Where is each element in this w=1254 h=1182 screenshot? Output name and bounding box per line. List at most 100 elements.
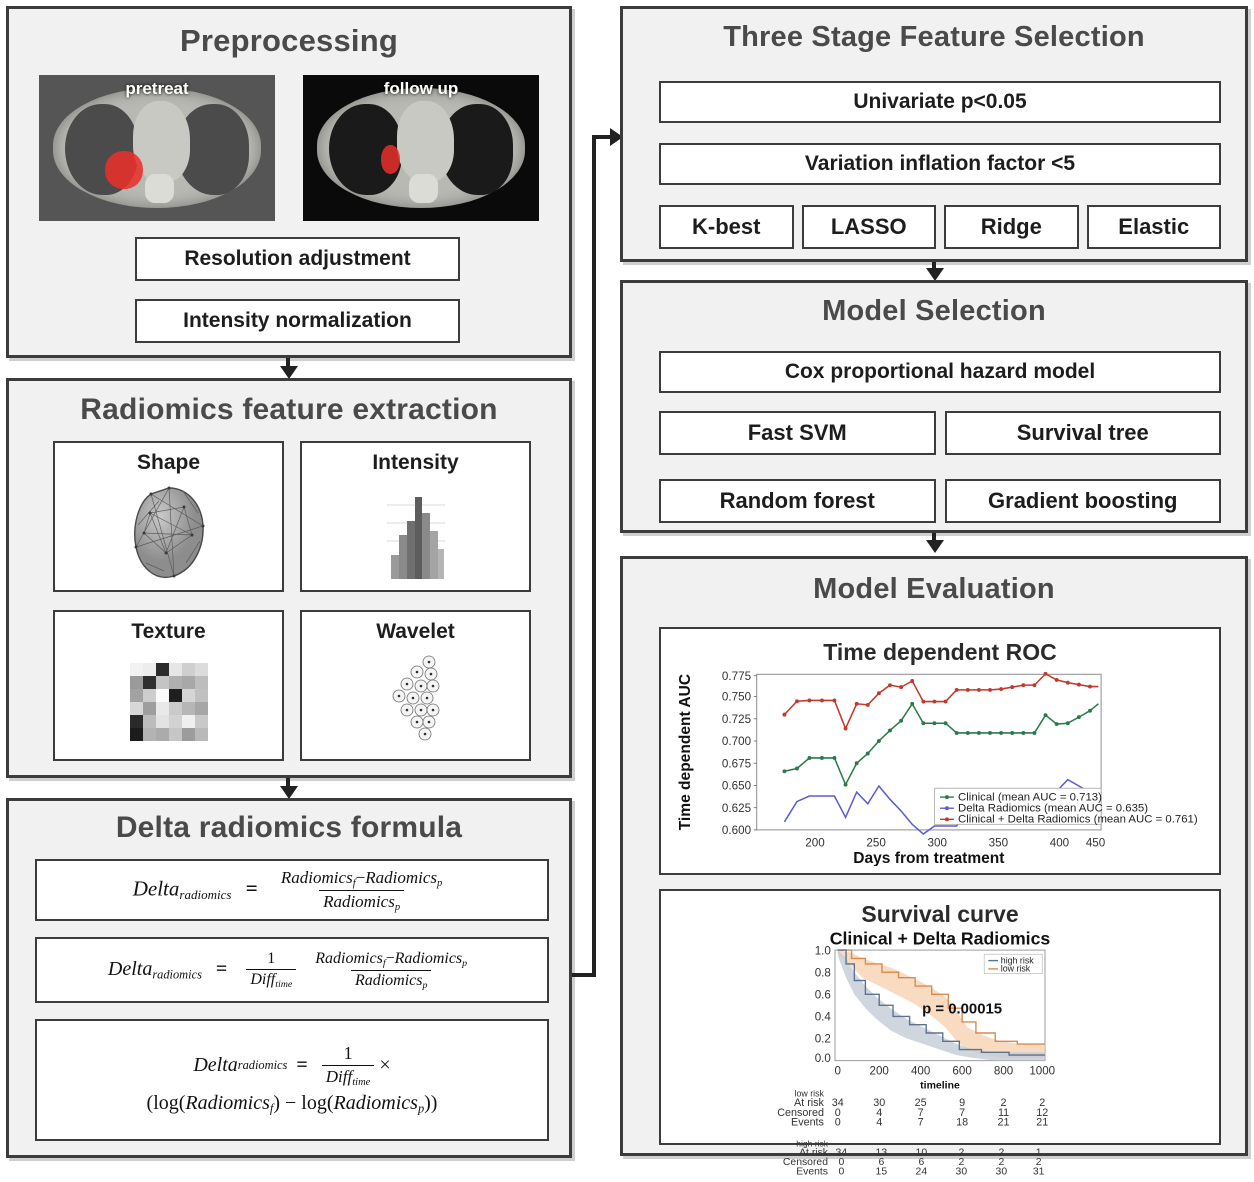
svg-text:4: 4 xyxy=(876,1117,882,1129)
spine xyxy=(409,174,438,204)
risk-table: low risk At risk Censored Events 34 30 25 … xyxy=(777,1089,1048,1129)
formula3-rp: Radiomics xyxy=(333,1092,418,1115)
formula1-den-r: Radiomics xyxy=(323,891,395,911)
svg-text:21: 21 xyxy=(1036,1117,1048,1129)
formula3-f: f xyxy=(269,1101,274,1116)
formula3-p: p xyxy=(417,1101,425,1116)
survival-pvalue: p = 0.00015 xyxy=(922,1001,1002,1018)
svg-text:0.700: 0.700 xyxy=(722,735,752,748)
ct-followup-label: follow up xyxy=(383,79,459,98)
feature-intensity-label: Intensity xyxy=(372,451,459,474)
preprocessing-panel: Preprocessing pretreat follow up Resolut… xyxy=(6,6,572,358)
svg-text:800: 800 xyxy=(994,1064,1013,1077)
resolution-adjustment-box: Resolution adjustment xyxy=(135,237,460,281)
svg-text:200: 200 xyxy=(870,1064,889,1077)
feature-wavelet: Wavelet xyxy=(300,610,531,761)
svg-text:400: 400 xyxy=(911,1064,930,1077)
formula1-lhs-sub: radiomics xyxy=(179,886,232,902)
svg-text:400: 400 xyxy=(1050,837,1070,850)
svg-text:600: 600 xyxy=(952,1064,971,1077)
stage-three-row: K-best LASSO Ridge Elastic xyxy=(659,205,1221,249)
svg-text:31: 31 xyxy=(1033,1166,1045,1177)
svg-text:0.625: 0.625 xyxy=(722,802,751,815)
formula3-diff: Diff xyxy=(325,1067,353,1087)
model-evaluation-title: Model Evaluation xyxy=(813,573,1055,605)
ct-pretreat: pretreat xyxy=(39,75,275,221)
formula1-lhs: Delta xyxy=(132,875,180,900)
svg-text:0: 0 xyxy=(835,1064,841,1077)
formula3-coef-num: 1 xyxy=(343,1043,353,1064)
survival-curve-chart: Clinical + Delta Radiomics 1.0 0.8 0.6 0.4… xyxy=(777,929,1055,1129)
svg-text:250: 250 xyxy=(866,837,886,850)
svg-text:30: 30 xyxy=(956,1166,968,1177)
wavelet-tree-icon xyxy=(302,644,529,759)
formula1-num-p: p xyxy=(437,877,443,889)
svg-text:7: 7 xyxy=(918,1117,924,1129)
flowchart-canvas: Preprocessing pretreat follow up Resolut… xyxy=(0,0,1254,1177)
svg-text:0.6: 0.6 xyxy=(815,988,831,1001)
gradient-boosting-box: Gradient boosting xyxy=(944,479,1221,523)
formula2-num-rf: Radiomics xyxy=(315,949,383,967)
delta-formula-1: Deltaradiomics = Radiomicsf−Radiomicsp R… xyxy=(35,859,549,921)
feature-grid: Shape Intensity Texture Wavelet xyxy=(53,441,531,761)
svg-text:0.725: 0.725 xyxy=(722,713,751,726)
random-forest-box: Random forest xyxy=(659,479,936,523)
feature-wavelet-label: Wavelet xyxy=(376,620,455,643)
model-row-2: Random forest Gradient boosting xyxy=(659,479,1221,523)
svg-text:low risk: low risk xyxy=(1001,964,1031,974)
svg-text:450: 450 xyxy=(1086,837,1106,850)
svg-text:0.750: 0.750 xyxy=(722,691,752,704)
svg-text:30: 30 xyxy=(996,1166,1008,1177)
formula1-fraction: Radiomicsf−Radiomicsp Radiomicsp xyxy=(277,868,446,913)
svg-text:300: 300 xyxy=(927,837,947,850)
formula2-den-p: p xyxy=(422,979,428,991)
roc-legend: Clinical (mean AUC = 0.713) Delta Radiom… xyxy=(934,787,1198,826)
roc-xlabel: Days from treatment xyxy=(853,850,1004,866)
formula1-equals: = xyxy=(245,875,258,900)
formula2-lhs-sub: radiomics xyxy=(152,967,202,982)
formula1-num-rp: Radiomics xyxy=(365,867,438,887)
svg-text:200: 200 xyxy=(805,837,825,850)
svg-text:Events: Events xyxy=(791,1117,824,1129)
delta-formula-3: Delta radiomics = 1 Difftime × (log(Radio… xyxy=(35,1019,549,1141)
delta-formula-panel: Delta radiomics formula Deltaradiomics =… xyxy=(6,798,572,1158)
delta-formula-2: Deltaradiomics = 1 Difftime Radiomicsf−R… xyxy=(35,937,549,1003)
svg-text:0.775: 0.775 xyxy=(722,670,751,683)
model-selection-title: Model Selection xyxy=(822,295,1046,327)
ct-image-row: pretreat follow up xyxy=(39,75,539,221)
histogram-icon xyxy=(302,475,529,590)
spine xyxy=(145,174,174,204)
stage-elastic-box: Elastic xyxy=(1086,205,1221,249)
stage-univariate-box: Univariate p<0.05 xyxy=(659,81,1221,123)
mediastinum xyxy=(397,101,455,182)
model-row-1: Fast SVM Survival tree xyxy=(659,411,1221,455)
formula3-equals: = xyxy=(296,1054,308,1077)
preprocessing-title: Preprocessing xyxy=(180,23,398,58)
roc-ylabel: Time dependent AUC xyxy=(677,674,694,830)
svg-text:0.650: 0.650 xyxy=(722,780,752,793)
roc-chart-card: Time dependent ROC 0.600 0.625 0.650 0.675… xyxy=(659,627,1221,875)
tumor-roi-icon xyxy=(380,145,400,175)
svg-text:21: 21 xyxy=(998,1117,1010,1129)
radiomics-panel: Radiomics feature extraction Shape Inten… xyxy=(6,378,572,778)
svg-text:0.0: 0.0 xyxy=(815,1052,831,1065)
intensity-normalization-box: Intensity normalization xyxy=(135,299,460,343)
radiomics-title: Radiomics feature extraction xyxy=(80,393,498,426)
model-evaluation-panel: Model Evaluation Time dependent ROC 0.60… xyxy=(620,556,1248,1177)
svg-text:350: 350 xyxy=(989,837,1009,850)
feature-intensity: Intensity xyxy=(300,441,531,592)
formula1-num-rf: Radiomics xyxy=(280,867,353,887)
feature-selection-panel: Three Stage Feature Selection Univariate… xyxy=(620,6,1248,262)
stage-lasso-box: LASSO xyxy=(801,205,936,249)
survival-heading: Survival curve xyxy=(861,901,1019,927)
svg-text:1.0: 1.0 xyxy=(815,944,831,957)
survival-legend: high risk low risk xyxy=(983,953,1043,974)
feature-selection-title: Three Stage Feature Selection xyxy=(723,21,1145,53)
svg-text:18: 18 xyxy=(956,1117,968,1129)
svg-text:15: 15 xyxy=(876,1166,888,1177)
formula2-coef-num: 1 xyxy=(267,950,276,968)
formula2-time: time xyxy=(275,978,293,990)
delta-title: Delta radiomics formula xyxy=(115,811,463,844)
fast-svm-box: Fast SVM xyxy=(659,411,936,455)
feature-texture-label: Texture xyxy=(131,620,206,643)
